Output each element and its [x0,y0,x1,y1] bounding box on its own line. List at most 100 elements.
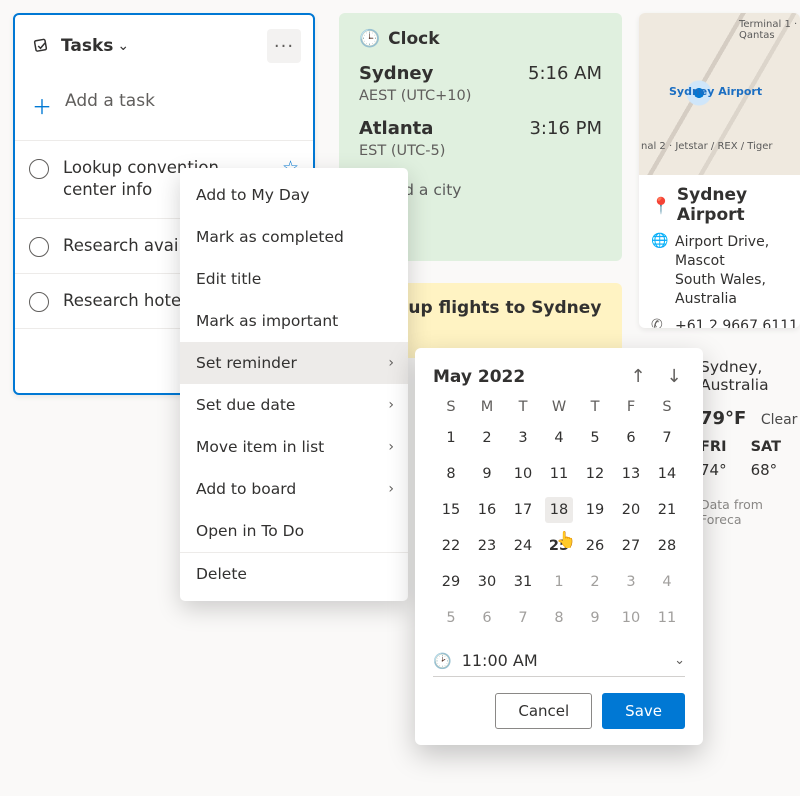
calendar-day[interactable]: 10 [509,461,537,487]
calendar-day[interactable]: 1 [437,425,465,451]
task-checkbox[interactable] [29,237,49,257]
calendar-day[interactable]: 3 [617,569,645,595]
calendar-day[interactable]: 11 [545,461,573,487]
calendar-dow: S [649,399,685,415]
context-menu-item[interactable]: Add to board› [180,468,408,510]
calendar-dow: T [505,399,541,415]
calendar-day[interactable]: 28 [653,533,681,559]
reminder-time-field[interactable]: 🕑 11:00 AM ⌄ [433,651,685,677]
calendar-day[interactable]: 17 [509,497,537,523]
calendar-day[interactable]: 20 [617,497,645,523]
calendar-day[interactable]: 5 [437,605,465,631]
weather-temp: 79°F [700,408,746,429]
calendar-day[interactable]: 11 [653,605,681,631]
save-button[interactable]: Save [602,693,685,729]
context-menu-item[interactable]: Mark as completed [180,216,408,258]
calendar-day[interactable]: 19 [581,497,609,523]
context-menu-item[interactable]: Move item in list› [180,426,408,468]
clock-header: 🕒 Clock [359,29,602,49]
calendar-day[interactable]: 6 [617,425,645,451]
calendar-day[interactable]: 9 [473,461,501,487]
task-checkbox[interactable] [29,292,49,312]
calendar-day[interactable]: 9 [581,605,609,631]
calendar-day[interactable]: 26 [581,533,609,559]
calendar-day[interactable]: 3 [509,425,537,451]
context-menu-item[interactable]: Set reminder› [180,342,408,384]
calendar-day[interactable]: 8 [545,605,573,631]
context-menu-item[interactable]: Delete [180,552,408,595]
calendar-day[interactable]: 29 [437,569,465,595]
map-label: Terminal 1 · Qantas [739,19,800,41]
context-menu-item[interactable]: Set due date› [180,384,408,426]
calendar-grid: SMTWTFS123456789101112131415161718192021… [433,399,685,631]
context-menu-item[interactable]: Edit title [180,258,408,300]
tasks-title[interactable]: Tasks [61,36,113,56]
reminder-datepicker: May 2022 ↑ ↓ SMTWTFS12345678910111213141… [415,348,703,745]
calendar-day[interactable]: 13 [617,461,645,487]
weather-location: Sydney, Australia [700,358,800,394]
prev-month-button[interactable]: ↑ [627,366,649,387]
clock-icon: 🕑 [433,652,452,670]
more-button[interactable]: ··· [267,29,301,63]
chevron-down-icon[interactable]: ⌄ [117,38,129,54]
calendar-day[interactable]: 1 [545,569,573,595]
cancel-button[interactable]: Cancel [495,693,592,729]
address-line: South Wales, Australia [675,271,800,309]
weather-forecast: FRI 74° SAT 68° [700,439,800,479]
calendar-day[interactable]: 12 [581,461,609,487]
calendar-day[interactable]: 21 [653,497,681,523]
calendar-day[interactable]: 6 [473,605,501,631]
chevron-down-icon[interactable]: ⌄ [674,653,685,668]
calendar-day[interactable]: 4 [545,425,573,451]
next-month-button[interactable]: ↓ [663,366,685,387]
task-checkbox[interactable] [29,159,49,179]
reminder-time-value: 11:00 AM [462,651,674,670]
month-label[interactable]: May 2022 [433,367,525,387]
calendar-day[interactable]: 22 [437,533,465,559]
calendar-dow: W [541,399,577,415]
calendar-day[interactable]: 7 [509,605,537,631]
plus-icon: ＋ [29,91,55,120]
tasks-icon [31,35,53,57]
location-phone[interactable]: ✆ +61 2 9667 6111 [651,317,800,328]
context-menu-item[interactable]: Open in To Do [180,510,408,552]
calendar-day[interactable]: 24 [509,533,537,559]
calendar-day[interactable]: 31 [509,569,537,595]
calendar-day[interactable]: 15 [437,497,465,523]
calendar-day[interactable]: 7 [653,425,681,451]
clock-title: Clock [388,29,439,49]
task-context-menu: Add to My DayMark as completedEdit title… [180,168,408,601]
weather-condition: Clear [761,412,798,428]
context-menu-item[interactable]: Add to My Day [180,174,408,216]
forecast-day-label: SAT [751,439,781,455]
calendar-day[interactable]: 8 [437,461,465,487]
forecast-day: SAT 68° [751,439,781,479]
city-tz: AEST (UTC+10) [359,88,602,104]
calendar-dow: T [577,399,613,415]
forecast-day: FRI 74° [700,439,727,479]
calendar-day[interactable]: 27 [617,533,645,559]
add-task-row[interactable]: ＋ Add a task [15,71,313,141]
calendar-day[interactable]: 25 [545,533,573,559]
city-time: 3:16 PM [529,118,602,139]
map-thumbnail[interactable]: Terminal 1 · Qantas Sydney Airport nal 2… [639,13,800,175]
city-time: 5:16 AM [528,63,602,84]
calendar-day[interactable]: 2 [581,569,609,595]
context-menu-item[interactable]: Mark as important [180,300,408,342]
calendar-day[interactable]: 18 [545,497,573,523]
calendar-day[interactable]: 4 [653,569,681,595]
map-marker-label: Sydney Airport [669,85,762,98]
calendar-day[interactable]: 23 [473,533,501,559]
calendar-day[interactable]: 16 [473,497,501,523]
city-tz: EST (UTC-5) [359,143,602,159]
calendar-day[interactable]: 5 [581,425,609,451]
calendar-day[interactable]: 2 [473,425,501,451]
calendar-day[interactable]: 10 [617,605,645,631]
calendar-day[interactable]: 30 [473,569,501,595]
calendar-day[interactable]: 14 [653,461,681,487]
tasks-header: Tasks ⌄ ··· [15,15,313,71]
location-title-row: 📍 Sydney Airport [651,185,800,225]
clock-city[interactable]: Sydney 5:16 AM AEST (UTC+10) [359,63,602,104]
clock-city[interactable]: Atlanta 3:16 PM EST (UTC-5) [359,118,602,159]
map-label: nal 2 · Jetstar / REX / Tiger [641,141,772,152]
